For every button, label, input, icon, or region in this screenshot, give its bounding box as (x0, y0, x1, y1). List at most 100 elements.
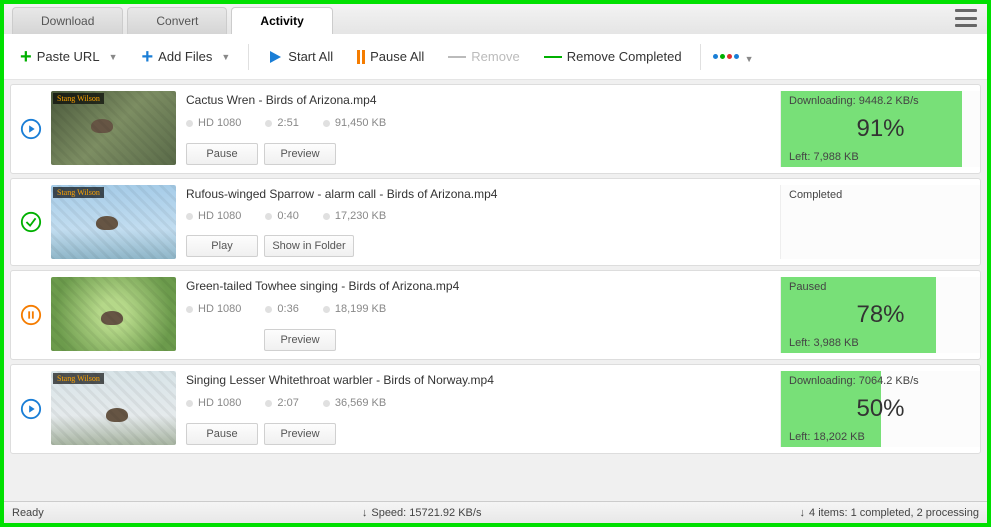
pause-all-label: Pause All (370, 49, 424, 64)
thumbnail: Stang Wilson (51, 371, 176, 445)
thumbnail-watermark: Stang Wilson (53, 373, 104, 384)
show-in-folder-button[interactable]: Show in Folder (264, 235, 354, 257)
add-files-label: Add Files (158, 49, 212, 64)
item-body: Singing Lesser Whitethroat warbler - Bir… (186, 371, 780, 447)
completed-status-icon (11, 185, 51, 259)
pause-all-button[interactable]: Pause All (351, 45, 430, 68)
tab-download[interactable]: Download (12, 7, 123, 34)
status-percent: 91% (781, 111, 980, 147)
bullet-icon (265, 400, 272, 407)
paste-url-button[interactable]: + Paste URL ▼ (14, 43, 123, 71)
more-options-button[interactable]: ▼ (713, 54, 750, 59)
item-status-panel: Downloading: 9448.2 KB/s91%Left: 7,988 K… (780, 91, 980, 167)
item-title: Green-tailed Towhee singing - Birds of A… (186, 279, 780, 293)
dot-icon (734, 54, 739, 59)
item-quality: HD 1080 (186, 117, 241, 129)
titlebar: Download Convert Activity (4, 4, 987, 34)
item-actions: Preview (186, 329, 780, 351)
item-body: Rufous-winged Sparrow - alarm call - Bir… (186, 185, 780, 259)
status-percent: 78% (781, 297, 980, 333)
bullet-icon (186, 306, 193, 313)
plus-icon: + (141, 47, 153, 67)
tab-strip: Download Convert Activity (12, 4, 337, 34)
pause-button[interactable]: Pause (186, 143, 258, 165)
thumbnail: Stang Wilson (51, 91, 176, 165)
bullet-icon (323, 400, 330, 407)
item-metadata: HD 10802:5191,450 KB (186, 117, 780, 129)
chevron-down-icon: ▼ (745, 54, 750, 59)
status-summary: ↓ 4 items: 1 completed, 2 processing (800, 507, 979, 519)
status-ready: Ready (12, 507, 44, 519)
start-all-button[interactable]: Start All (261, 45, 339, 69)
status-remaining: Left: 18,202 KB (781, 427, 980, 447)
bullet-icon (186, 120, 193, 127)
item-body: Cactus Wren - Birds of Arizona.mp4 HD 108… (186, 91, 780, 167)
add-files-button[interactable]: + Add Files ▼ (135, 43, 236, 71)
remove-completed-button[interactable]: Remove Completed (538, 45, 688, 68)
item-metadata: HD 10800:3618,199 KB (186, 303, 780, 315)
preview-button[interactable]: Preview (264, 423, 336, 445)
remove-completed-label: Remove Completed (567, 49, 682, 64)
separator (248, 44, 249, 70)
preview-button[interactable]: Preview (264, 329, 336, 351)
remove-label: Remove (471, 49, 519, 64)
item-title: Singing Lesser Whitethroat warbler - Bir… (186, 373, 780, 387)
item-size: 36,569 KB (323, 397, 386, 409)
item-status-panel: Completed (780, 185, 980, 259)
play-icon (267, 49, 283, 65)
preview-button[interactable]: Preview (264, 143, 336, 165)
minus-icon (544, 56, 562, 58)
remove-button: Remove (442, 45, 525, 68)
chevron-down-icon[interactable]: ▼ (109, 52, 118, 62)
thumbnail-watermark: Stang Wilson (53, 93, 104, 104)
dot-icon (713, 54, 718, 59)
bullet-icon (323, 120, 330, 127)
play-status-icon (11, 371, 51, 447)
item-quality: HD 1080 (186, 303, 241, 315)
dot-icon (720, 54, 725, 59)
item-actions: Pause Preview (186, 423, 780, 445)
paused-status-icon (11, 277, 51, 353)
download-arrow-icon: ↓ (800, 507, 806, 519)
item-quality: HD 1080 (186, 397, 241, 409)
bullet-icon (186, 213, 193, 220)
status-percent: 50% (781, 391, 980, 427)
dot-icon (727, 54, 732, 59)
bullet-icon (323, 213, 330, 220)
item-size: 17,230 KB (323, 210, 386, 222)
plus-icon: + (20, 47, 32, 67)
list-item[interactable]: Stang Wilson Cactus Wren - Birds of Arizo… (10, 84, 981, 174)
tab-convert[interactable]: Convert (127, 7, 227, 34)
list-item[interactable]: Green-tailed Towhee singing - Birds of A… (10, 270, 981, 360)
list-item[interactable]: Stang WilsonRufous-winged Sparrow - alar… (10, 178, 981, 266)
item-quality: HD 1080 (186, 210, 241, 222)
bullet-icon (265, 306, 272, 313)
status-heading: Downloading: 7064.2 KB/s (781, 371, 980, 391)
chevron-down-icon[interactable]: ▼ (221, 52, 230, 62)
download-list: Stang Wilson Cactus Wren - Birds of Arizo… (4, 80, 987, 501)
toolbar: + Paste URL ▼ + Add Files ▼ Start All Pa… (4, 34, 987, 80)
list-item[interactable]: Stang Wilson Singing Lesser Whitethroat w… (10, 364, 981, 454)
pause-icon (357, 50, 365, 64)
item-body: Green-tailed Towhee singing - Birds of A… (186, 277, 780, 353)
menu-icon[interactable] (955, 9, 977, 27)
item-actions: Pause Preview (186, 143, 780, 165)
item-duration: 0:36 (265, 303, 298, 315)
minus-icon (448, 56, 466, 58)
pause-button[interactable]: Pause (186, 423, 258, 445)
item-title: Cactus Wren - Birds of Arizona.mp4 (186, 93, 780, 107)
status-heading: Completed (781, 185, 980, 205)
item-title: Rufous-winged Sparrow - alarm call - Bir… (186, 187, 780, 201)
status-speed: ↓ Speed: 15721.92 KB/s (44, 507, 800, 519)
status-heading: Paused (781, 277, 980, 297)
item-duration: 2:07 (265, 397, 298, 409)
status-heading: Downloading: 9448.2 KB/s (781, 91, 980, 111)
item-metadata: HD 1080 2:07 36,569 KB (186, 397, 780, 409)
item-metadata: HD 10800:4017,230 KB (186, 210, 780, 222)
separator (700, 44, 701, 70)
play-button[interactable]: Play (186, 235, 258, 257)
item-status-panel: Paused78%Left: 3,988 KB (780, 277, 980, 353)
tab-activity[interactable]: Activity (231, 7, 332, 34)
status-remaining: Left: 7,988 KB (781, 147, 980, 167)
item-actions: Play Show in Folder (186, 235, 780, 257)
